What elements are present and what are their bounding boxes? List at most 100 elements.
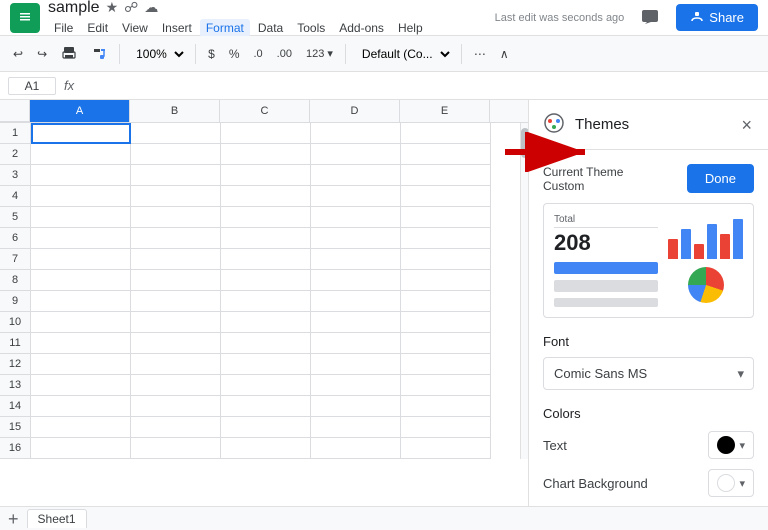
cell-B8[interactable] [131, 270, 221, 291]
cell-D9[interactable] [311, 291, 401, 312]
cell-E10[interactable] [401, 312, 491, 333]
cell-A15[interactable] [31, 417, 131, 438]
cell-D11[interactable] [311, 333, 401, 354]
row-num-14[interactable]: 14 [0, 396, 30, 417]
cell-C9[interactable] [221, 291, 311, 312]
cell-B5[interactable] [131, 207, 221, 228]
cell-A10[interactable] [31, 312, 131, 333]
cell-A2[interactable] [31, 144, 131, 165]
cell-E3[interactable] [401, 165, 491, 186]
star-icon[interactable]: ★ [106, 0, 119, 16]
cell-E14[interactable] [401, 396, 491, 417]
cell-B16[interactable] [131, 438, 221, 459]
col-header-c[interactable]: C [220, 100, 310, 122]
cell-reference-input[interactable] [8, 77, 56, 95]
corner-cell[interactable] [0, 100, 30, 122]
cell-C10[interactable] [221, 312, 311, 333]
print-button[interactable] [56, 43, 82, 65]
row-num-6[interactable]: 6 [0, 228, 30, 249]
cell-C8[interactable] [221, 270, 311, 291]
cell-B11[interactable] [131, 333, 221, 354]
row-num-2[interactable]: 2 [0, 144, 30, 165]
row-num-5[interactable]: 5 [0, 207, 30, 228]
cell-E6[interactable] [401, 228, 491, 249]
cell-E16[interactable] [401, 438, 491, 459]
row-num-12[interactable]: 12 [0, 354, 30, 375]
menu-tools[interactable]: Tools [291, 19, 331, 37]
cell-D15[interactable] [311, 417, 401, 438]
drive-icon[interactable]: ☍ [124, 0, 138, 16]
share-button[interactable]: Share [676, 4, 758, 31]
cell-C16[interactable] [221, 438, 311, 459]
cell-E15[interactable] [401, 417, 491, 438]
scroll-thumb[interactable] [521, 128, 528, 158]
cell-C11[interactable] [221, 333, 311, 354]
cell-D5[interactable] [311, 207, 401, 228]
col-header-b[interactable]: B [130, 100, 220, 122]
cell-A13[interactable] [31, 375, 131, 396]
redo-button[interactable]: ↪ [32, 44, 52, 64]
cell-D14[interactable] [311, 396, 401, 417]
cell-C13[interactable] [221, 375, 311, 396]
cell-C15[interactable] [221, 417, 311, 438]
cell-B7[interactable] [131, 249, 221, 270]
row-num-4[interactable]: 4 [0, 186, 30, 207]
row-num-1[interactable]: 1 [0, 123, 30, 144]
menu-help[interactable]: Help [392, 19, 429, 37]
collapse-toolbar-button[interactable]: ∧ [495, 44, 514, 64]
sheet-tab[interactable]: Sheet1 [27, 509, 87, 528]
cell-A11[interactable] [31, 333, 131, 354]
cell-E7[interactable] [401, 249, 491, 270]
menu-view[interactable]: View [116, 19, 154, 37]
cell-C1[interactable] [221, 123, 311, 144]
cell-C6[interactable] [221, 228, 311, 249]
cell-D10[interactable] [311, 312, 401, 333]
cell-E1[interactable] [401, 123, 491, 144]
cell-B6[interactable] [131, 228, 221, 249]
cell-C12[interactable] [221, 354, 311, 375]
cell-D7[interactable] [311, 249, 401, 270]
decimal-inc-button[interactable]: .00 [272, 45, 297, 63]
zoom-select[interactable]: 100% 75% 125% [127, 43, 188, 65]
cell-E13[interactable] [401, 375, 491, 396]
themes-close-button[interactable]: × [739, 114, 754, 136]
cell-A12[interactable] [31, 354, 131, 375]
cell-A3[interactable] [31, 165, 131, 186]
menu-addons[interactable]: Add-ons [333, 19, 390, 37]
cell-E8[interactable] [401, 270, 491, 291]
cell-D4[interactable] [311, 186, 401, 207]
cell-C5[interactable] [221, 207, 311, 228]
cell-A6[interactable] [31, 228, 131, 249]
cell-D1[interactable] [311, 123, 401, 144]
paint-format-button[interactable] [86, 43, 112, 65]
cell-B3[interactable] [131, 165, 221, 186]
col-header-a[interactable]: A [30, 100, 130, 122]
cell-D13[interactable] [311, 375, 401, 396]
formula-input[interactable] [82, 78, 760, 93]
cell-B12[interactable] [131, 354, 221, 375]
cell-E11[interactable] [401, 333, 491, 354]
percent-button[interactable]: % [224, 44, 245, 64]
cell-A7[interactable] [31, 249, 131, 270]
menu-data[interactable]: Data [252, 19, 289, 37]
cell-E9[interactable] [401, 291, 491, 312]
col-header-d[interactable]: D [310, 100, 400, 122]
cell-E4[interactable] [401, 186, 491, 207]
cell-B4[interactable] [131, 186, 221, 207]
cell-D16[interactable] [311, 438, 401, 459]
row-num-11[interactable]: 11 [0, 333, 30, 354]
chat-button[interactable] [634, 2, 666, 34]
cell-D12[interactable] [311, 354, 401, 375]
undo-button[interactable]: ↩ [8, 44, 28, 64]
cell-B2[interactable] [131, 144, 221, 165]
cell-C3[interactable] [221, 165, 311, 186]
menu-insert[interactable]: Insert [156, 19, 198, 37]
chart-bg-color-picker[interactable]: ▾ [708, 469, 754, 497]
row-num-3[interactable]: 3 [0, 165, 30, 186]
row-num-16[interactable]: 16 [0, 438, 30, 459]
cell-E2[interactable] [401, 144, 491, 165]
cell-D3[interactable] [311, 165, 401, 186]
row-num-9[interactable]: 9 [0, 291, 30, 312]
vertical-scrollbar[interactable] [520, 123, 528, 459]
cell-B10[interactable] [131, 312, 221, 333]
